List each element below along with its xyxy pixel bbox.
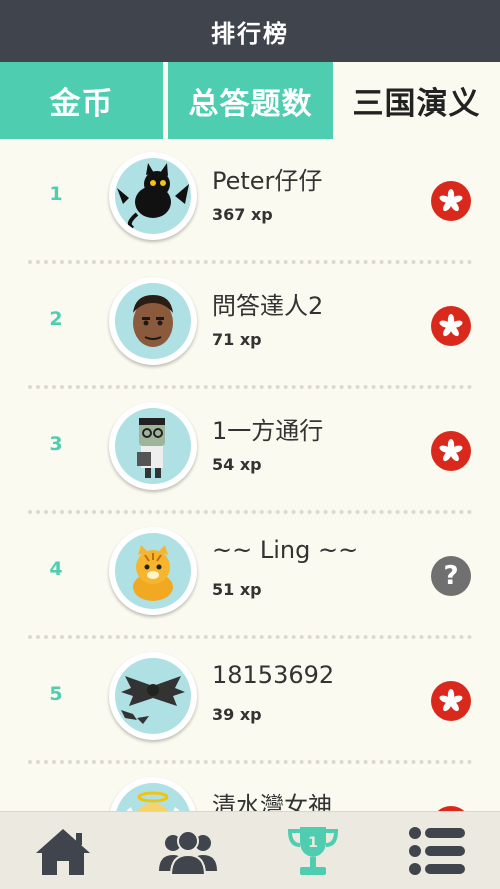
hong-kong-flag-icon — [431, 681, 471, 721]
leaderboard-row[interactable]: 4 ~~ Ling ~~ 51 xp ? — [0, 514, 500, 639]
man-avatar-icon — [115, 283, 191, 359]
frankenstein-avatar-icon — [115, 408, 191, 484]
menu-list-icon — [408, 826, 465, 875]
player-name: Peter仔仔 — [212, 167, 323, 195]
player-name: 18153692 — [212, 661, 335, 689]
rank-number: 2 — [49, 308, 63, 330]
home-icon — [35, 828, 90, 875]
black-cat-avatar-icon — [115, 158, 191, 234]
page-title: 排行榜 — [211, 19, 289, 48]
tab-total-answers[interactable]: 总答题数 — [168, 62, 333, 139]
rank-number: 4 — [49, 558, 63, 580]
hong-kong-flag-icon — [431, 431, 471, 471]
player-xp: 39 xp — [212, 705, 262, 724]
nav-leaderboard[interactable]: 1 — [250, 812, 375, 889]
player-xp: 51 xp — [212, 580, 262, 599]
player-name: 問答達人2 — [212, 292, 324, 320]
avatar[interactable] — [109, 277, 197, 365]
player-name: 清水灣女神 — [212, 792, 332, 811]
bottom-navigation: 1 — [0, 811, 500, 889]
avatar[interactable] — [109, 527, 197, 615]
hong-kong-flag-icon — [431, 306, 471, 346]
leaderboard-row[interactable]: 1 Peter仔仔 367 xp — [0, 139, 500, 264]
leaderboard-row[interactable]: 3 1一方通行 54 xp — [0, 389, 500, 514]
player-name: 1一方通行 — [212, 417, 324, 445]
avatar[interactable] — [109, 152, 197, 240]
leaderboard-row[interactable]: 5 18153692 39 xp — [0, 639, 500, 764]
trophy-badge-number: 1 — [308, 835, 318, 851]
avatar[interactable] — [109, 777, 197, 811]
player-xp: 367 xp — [212, 205, 273, 224]
player-xp: 71 xp — [212, 330, 262, 349]
tab-three-kingdoms[interactable]: 三国演义 — [333, 62, 500, 139]
player-name: ~~ Ling ~~ — [212, 536, 359, 564]
leaderboard-row[interactable]: 2 問答達人2 71 xp — [0, 264, 500, 389]
rank-number: 1 — [49, 183, 63, 205]
tab-gold-coins[interactable]: 金币 — [0, 62, 163, 139]
leaderboard-list[interactable]: 1 Peter仔仔 367 xp 2 問答達人2 71 xp 3 1一方通行 5… — [0, 139, 500, 811]
trophy-icon: 1 — [287, 826, 338, 875]
bat-avatar-icon — [115, 658, 191, 734]
rank-number: 3 — [49, 433, 63, 455]
nav-home[interactable] — [0, 812, 125, 889]
angel-avatar-icon — [115, 783, 191, 811]
nav-friends[interactable] — [125, 812, 250, 889]
leaderboard-tabs: 金币 总答题数 三国演义 — [0, 62, 500, 139]
leaderboard-row[interactable]: 6 清水灣女神 — [0, 764, 500, 811]
app-header: 排行榜 — [0, 0, 500, 62]
tiger-avatar-icon — [115, 533, 191, 609]
rank-number: 5 — [49, 683, 63, 705]
unknown-flag-icon: ? — [431, 556, 471, 596]
friends-icon — [158, 829, 217, 876]
nav-menu[interactable] — [375, 812, 500, 889]
avatar[interactable] — [109, 402, 197, 490]
hong-kong-flag-icon — [431, 181, 471, 221]
avatar[interactable] — [109, 652, 197, 740]
player-xp: 54 xp — [212, 455, 262, 474]
